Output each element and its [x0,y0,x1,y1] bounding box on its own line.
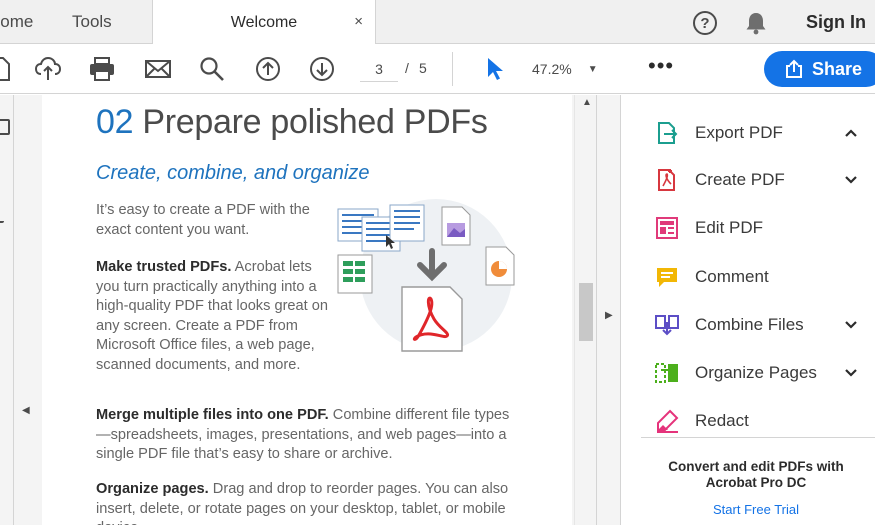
tool-export-pdf[interactable]: Export PDF [653,117,868,149]
signatures-icon[interactable] [0,215,4,223]
document-page: 02 Prepare polished PDFs Create, combine… [42,95,572,525]
tool-label: Combine Files [695,315,804,334]
previous-page-icon[interactable] [254,55,282,83]
tool-organize-pages[interactable]: Organize Pages [653,357,868,389]
page-subheading: Create, combine, and organize [96,162,370,184]
sign-in-button[interactable]: Sign In [806,12,866,33]
tools-divider [641,437,875,438]
close-icon[interactable]: × [354,13,363,30]
merge-paragraph: Merge multiple files into one PDF. Combi… [96,406,516,465]
toolbar-divider [452,52,453,86]
mail-icon[interactable] [144,55,172,83]
print-icon[interactable] [88,55,116,83]
tool-label: Redact [695,411,749,430]
tool-comment[interactable]: Comment [653,261,868,293]
attachments-icon[interactable] [0,169,10,185]
page-total: 5 [419,60,427,76]
tab-home-label: Home [0,12,34,31]
collapse-right-icon[interactable]: ▶ [605,310,613,321]
chevron-down-icon: ▼ [587,63,598,75]
acrobat-window: Home Tools Welcome × ? Sign In [0,0,875,525]
trusted-paragraph: Make trusted PDFs. Acrobat lets you turn… [96,258,334,375]
create-pdf-icon [653,166,681,194]
tool-label: Comment [695,267,769,286]
heading-number: 02 [96,103,134,141]
intro-paragraph: It’s easy to create a PDF with the exact… [96,202,310,238]
chevron-up-icon[interactable] [844,123,858,143]
start-trial-link[interactable]: Start Free Trial [651,502,861,517]
trusted-text: Acrobat lets you turn practically anythi… [96,259,329,373]
share-label: Share [812,58,863,79]
redact-icon [653,407,681,435]
tab-home[interactable]: Home [0,0,48,44]
comment-icon [653,263,681,291]
cloud-upload-icon[interactable] [34,55,62,83]
right-panel-toggle-strip: ▶ [596,95,620,525]
bell-icon[interactable] [745,11,767,40]
zoom-value: 47.2% [532,61,572,77]
organize-bold: Organize pages. [96,481,209,497]
chevron-down-icon[interactable] [844,170,858,190]
tab-welcome-label: Welcome [230,13,298,31]
left-nav-strip [0,95,14,525]
organize-paragraph: Organize pages. Drag and drop to reorder… [96,480,516,525]
promo-text: Convert and edit PDFs with Acrobat Pro D… [668,459,844,490]
tool-redact[interactable]: Redact [653,405,868,437]
help-icon[interactable]: ? [693,11,717,35]
tool-label: Edit PDF [695,218,764,237]
page-heading: 02 Prepare polished PDFs [96,103,488,142]
zoom-select[interactable]: 47.2% ▼ [532,56,616,82]
collapse-left-icon[interactable]: ◀ [22,405,30,416]
tool-label: Organize Pages [695,363,817,382]
combine-files-icon [653,311,681,339]
export-pdf-icon [653,119,681,147]
share-button[interactable]: Share [764,51,875,87]
bookmark-panel-icon[interactable] [0,119,10,135]
tab-tools[interactable]: Tools [72,0,142,44]
chevron-down-icon[interactable] [844,363,858,383]
edit-pdf-icon [653,214,681,242]
merge-bold: Merge multiple files into one PDF. [96,407,329,423]
create-pdf-illustration [334,195,524,365]
tool-label: Export PDF [695,123,783,142]
next-page-icon[interactable] [308,55,336,83]
tab-tools-label: Tools [72,12,112,31]
scroll-up-icon[interactable]: ▲ [582,97,592,108]
tools-pane: Export PDF Create PDF Edit PDF Comment Combi… [620,95,875,525]
tool-label: Create PDF [695,170,785,189]
scroll-thumb[interactable] [579,283,593,341]
tab-welcome[interactable]: Welcome × [152,0,376,45]
page-separator: / [405,60,409,76]
toolbar: 3 / 5 47.2% ▼ ••• Share [0,44,875,94]
chevron-down-icon[interactable] [844,315,858,335]
trusted-bold: Make trusted PDFs. [96,259,232,275]
organize-pages-icon [653,359,681,387]
tool-combine-files[interactable]: Combine Files [653,309,868,341]
page-number-input[interactable]: 3 [360,56,398,82]
tool-edit-pdf[interactable]: Edit PDF [653,212,868,244]
share-icon [784,59,804,79]
heading-text: Prepare polished PDFs [142,103,488,141]
tab-bar: Home Tools Welcome × ? Sign In [0,0,875,45]
select-cursor-icon[interactable] [480,55,508,83]
more-icon[interactable]: ••• [648,55,674,77]
tool-create-pdf[interactable]: Create PDF [653,164,868,196]
page-icon[interactable] [0,55,14,83]
vertical-scrollbar[interactable]: ▲ [574,95,596,525]
search-icon[interactable] [198,55,226,83]
